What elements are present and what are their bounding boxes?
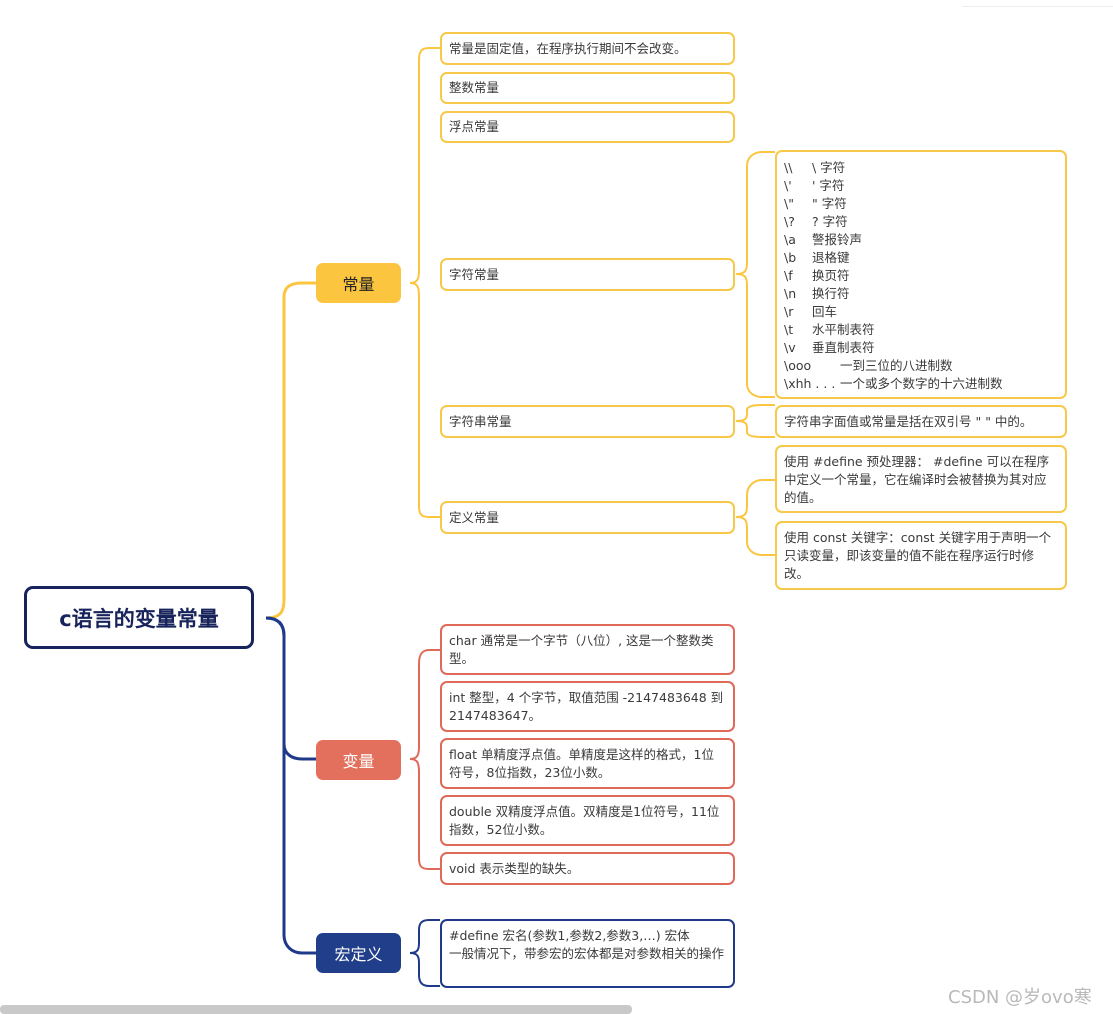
float-constant-node[interactable]: 浮点常量 bbox=[440, 111, 735, 143]
topic-constants[interactable]: 常量 bbox=[316, 263, 401, 303]
escape-row: \f 换页符 bbox=[784, 268, 850, 283]
float-type-text: float 单精度浮点值。单精度是这样的格式，1位符号，8位指数，23位小数。 bbox=[449, 747, 715, 780]
escape-row: \" " 字符 bbox=[784, 196, 847, 211]
void-type-node[interactable]: void 表示类型的缺失。 bbox=[440, 852, 735, 885]
escape-row: \b 退格键 bbox=[784, 250, 850, 265]
macro-definition-node[interactable]: #define 宏名(参数1,参数2,参数3,…) 宏体 一般情况下，带参宏的宏… bbox=[440, 919, 735, 988]
float-constant-text: 浮点常量 bbox=[449, 119, 500, 134]
string-constant-node[interactable]: 字符串常量 bbox=[440, 405, 735, 438]
root-node[interactable]: c语言的变量常量 bbox=[24, 586, 254, 649]
double-type-node[interactable]: double 双精度浮点值。双精度是1位符号，11位指数，52位小数。 bbox=[440, 795, 735, 846]
define-bracket-bottom bbox=[735, 516, 775, 556]
escape-row: \r 回车 bbox=[784, 304, 838, 319]
root-to-variables-line bbox=[265, 616, 316, 761]
define-preprocessor-text: 使用 #define 预处理器： #define 可以在程序中定义一个常量，它在… bbox=[784, 454, 1050, 505]
void-type-text: void 表示类型的缺失。 bbox=[449, 860, 580, 876]
escape-row: \\ \ 字符 bbox=[784, 160, 846, 175]
topic-macro-label: 宏定义 bbox=[334, 945, 383, 964]
escape-row: \?? 字符 bbox=[784, 214, 848, 229]
define-bracket-top bbox=[735, 479, 775, 518]
escape-row: \t 水平制表符 bbox=[784, 322, 875, 337]
string-bracket-top bbox=[735, 404, 775, 422]
constants-bracket-bottom bbox=[409, 282, 440, 518]
string-note-text: 字符串字面值或常量是括在双引号 " " 中的。 bbox=[784, 413, 1033, 429]
constants-bracket-top bbox=[409, 47, 440, 284]
macro-description-text: 一般情况下，带参宏的宏体都是对参数相关的操作 bbox=[449, 946, 725, 961]
variables-bracket-top bbox=[409, 649, 440, 760]
escape-row: \ooo 一到三位的八进制数 bbox=[784, 358, 953, 373]
integer-constant-text: 整数常量 bbox=[449, 80, 500, 95]
escape-row: \v 垂直制表符 bbox=[784, 340, 875, 355]
char-constant-node[interactable]: 字符常量 bbox=[440, 258, 735, 291]
macro-bracket-top bbox=[409, 919, 440, 954]
escape-row: \xhh . . . 一个或多个数字的十六进制数 bbox=[784, 376, 1003, 391]
double-type-text: double 双精度浮点值。双精度是1位符号，11位指数，52位小数。 bbox=[449, 804, 720, 837]
root-to-constants-line bbox=[265, 281, 316, 620]
root-label: c语言的变量常量 bbox=[59, 606, 219, 631]
escape-row: \a 警报铃声 bbox=[784, 232, 863, 247]
macro-syntax-text: #define 宏名(参数1,参数2,参数3,…) 宏体 bbox=[449, 928, 690, 943]
char-constant-text: 字符常量 bbox=[449, 266, 500, 282]
string-constant-text: 字符串常量 bbox=[449, 413, 512, 429]
const-keyword-text: 使用 const 关键字：const 关键字用于声明一个只读变量，即该变量的值不… bbox=[784, 530, 1052, 581]
define-constant-node[interactable]: 定义常量 bbox=[440, 501, 735, 534]
escape-row: \' ' 字符 bbox=[784, 178, 845, 193]
char-bracket-top bbox=[735, 151, 775, 275]
int-type-text: int 整型，4 个字节，取值范围 -2147483648 到 21474836… bbox=[449, 690, 724, 723]
char-type-text: char 通常是一个字节（八位）, 这是一个整数类型。 bbox=[449, 633, 714, 666]
root-to-macro-line bbox=[265, 616, 316, 955]
topic-macro[interactable]: 宏定义 bbox=[316, 933, 401, 973]
escape-row: \n 换行符 bbox=[784, 286, 850, 301]
int-type-node[interactable]: int 整型，4 个字节，取值范围 -2147483648 到 21474836… bbox=[440, 681, 735, 732]
float-type-node[interactable]: float 单精度浮点值。单精度是这样的格式，1位符号，8位指数，23位小数。 bbox=[440, 738, 735, 789]
define-preprocessor-node[interactable]: 使用 #define 预处理器： #define 可以在程序中定义一个常量，它在… bbox=[775, 445, 1067, 513]
define-constant-text: 定义常量 bbox=[449, 509, 500, 525]
string-note-node[interactable]: 字符串字面值或常量是括在双引号 " " 中的。 bbox=[775, 405, 1067, 438]
char-type-node[interactable]: char 通常是一个字节（八位）, 这是一个整数类型。 bbox=[440, 624, 735, 675]
macro-bracket-bottom bbox=[409, 952, 440, 987]
escape-sequence-node[interactable]: \\ \ 字符 \' ' 字符 \" " 字符 \?? 字符 \a 警报铃声 \b 退格键… bbox=[775, 150, 1067, 399]
char-bracket-bottom bbox=[735, 273, 775, 398]
string-bracket-bottom bbox=[735, 420, 775, 438]
topic-constants-label: 常量 bbox=[342, 275, 375, 294]
integer-constant-node[interactable]: 整数常量 bbox=[440, 72, 735, 104]
topic-variables[interactable]: 变量 bbox=[316, 740, 401, 780]
const-keyword-node[interactable]: 使用 const 关键字：const 关键字用于声明一个只读变量，即该变量的值不… bbox=[775, 521, 1067, 590]
watermark: CSDN @岁ovo寒 bbox=[948, 987, 1092, 1008]
constant-definition-text: 常量是固定值，在程序执行期间不会改变。 bbox=[449, 40, 687, 56]
topic-variables-label: 变量 bbox=[342, 752, 375, 771]
horizontal-scrollbar[interactable] bbox=[0, 1005, 632, 1014]
variables-bracket-bottom bbox=[409, 758, 440, 870]
constant-definition-node[interactable]: 常量是固定值，在程序执行期间不会改变。 bbox=[440, 32, 735, 65]
